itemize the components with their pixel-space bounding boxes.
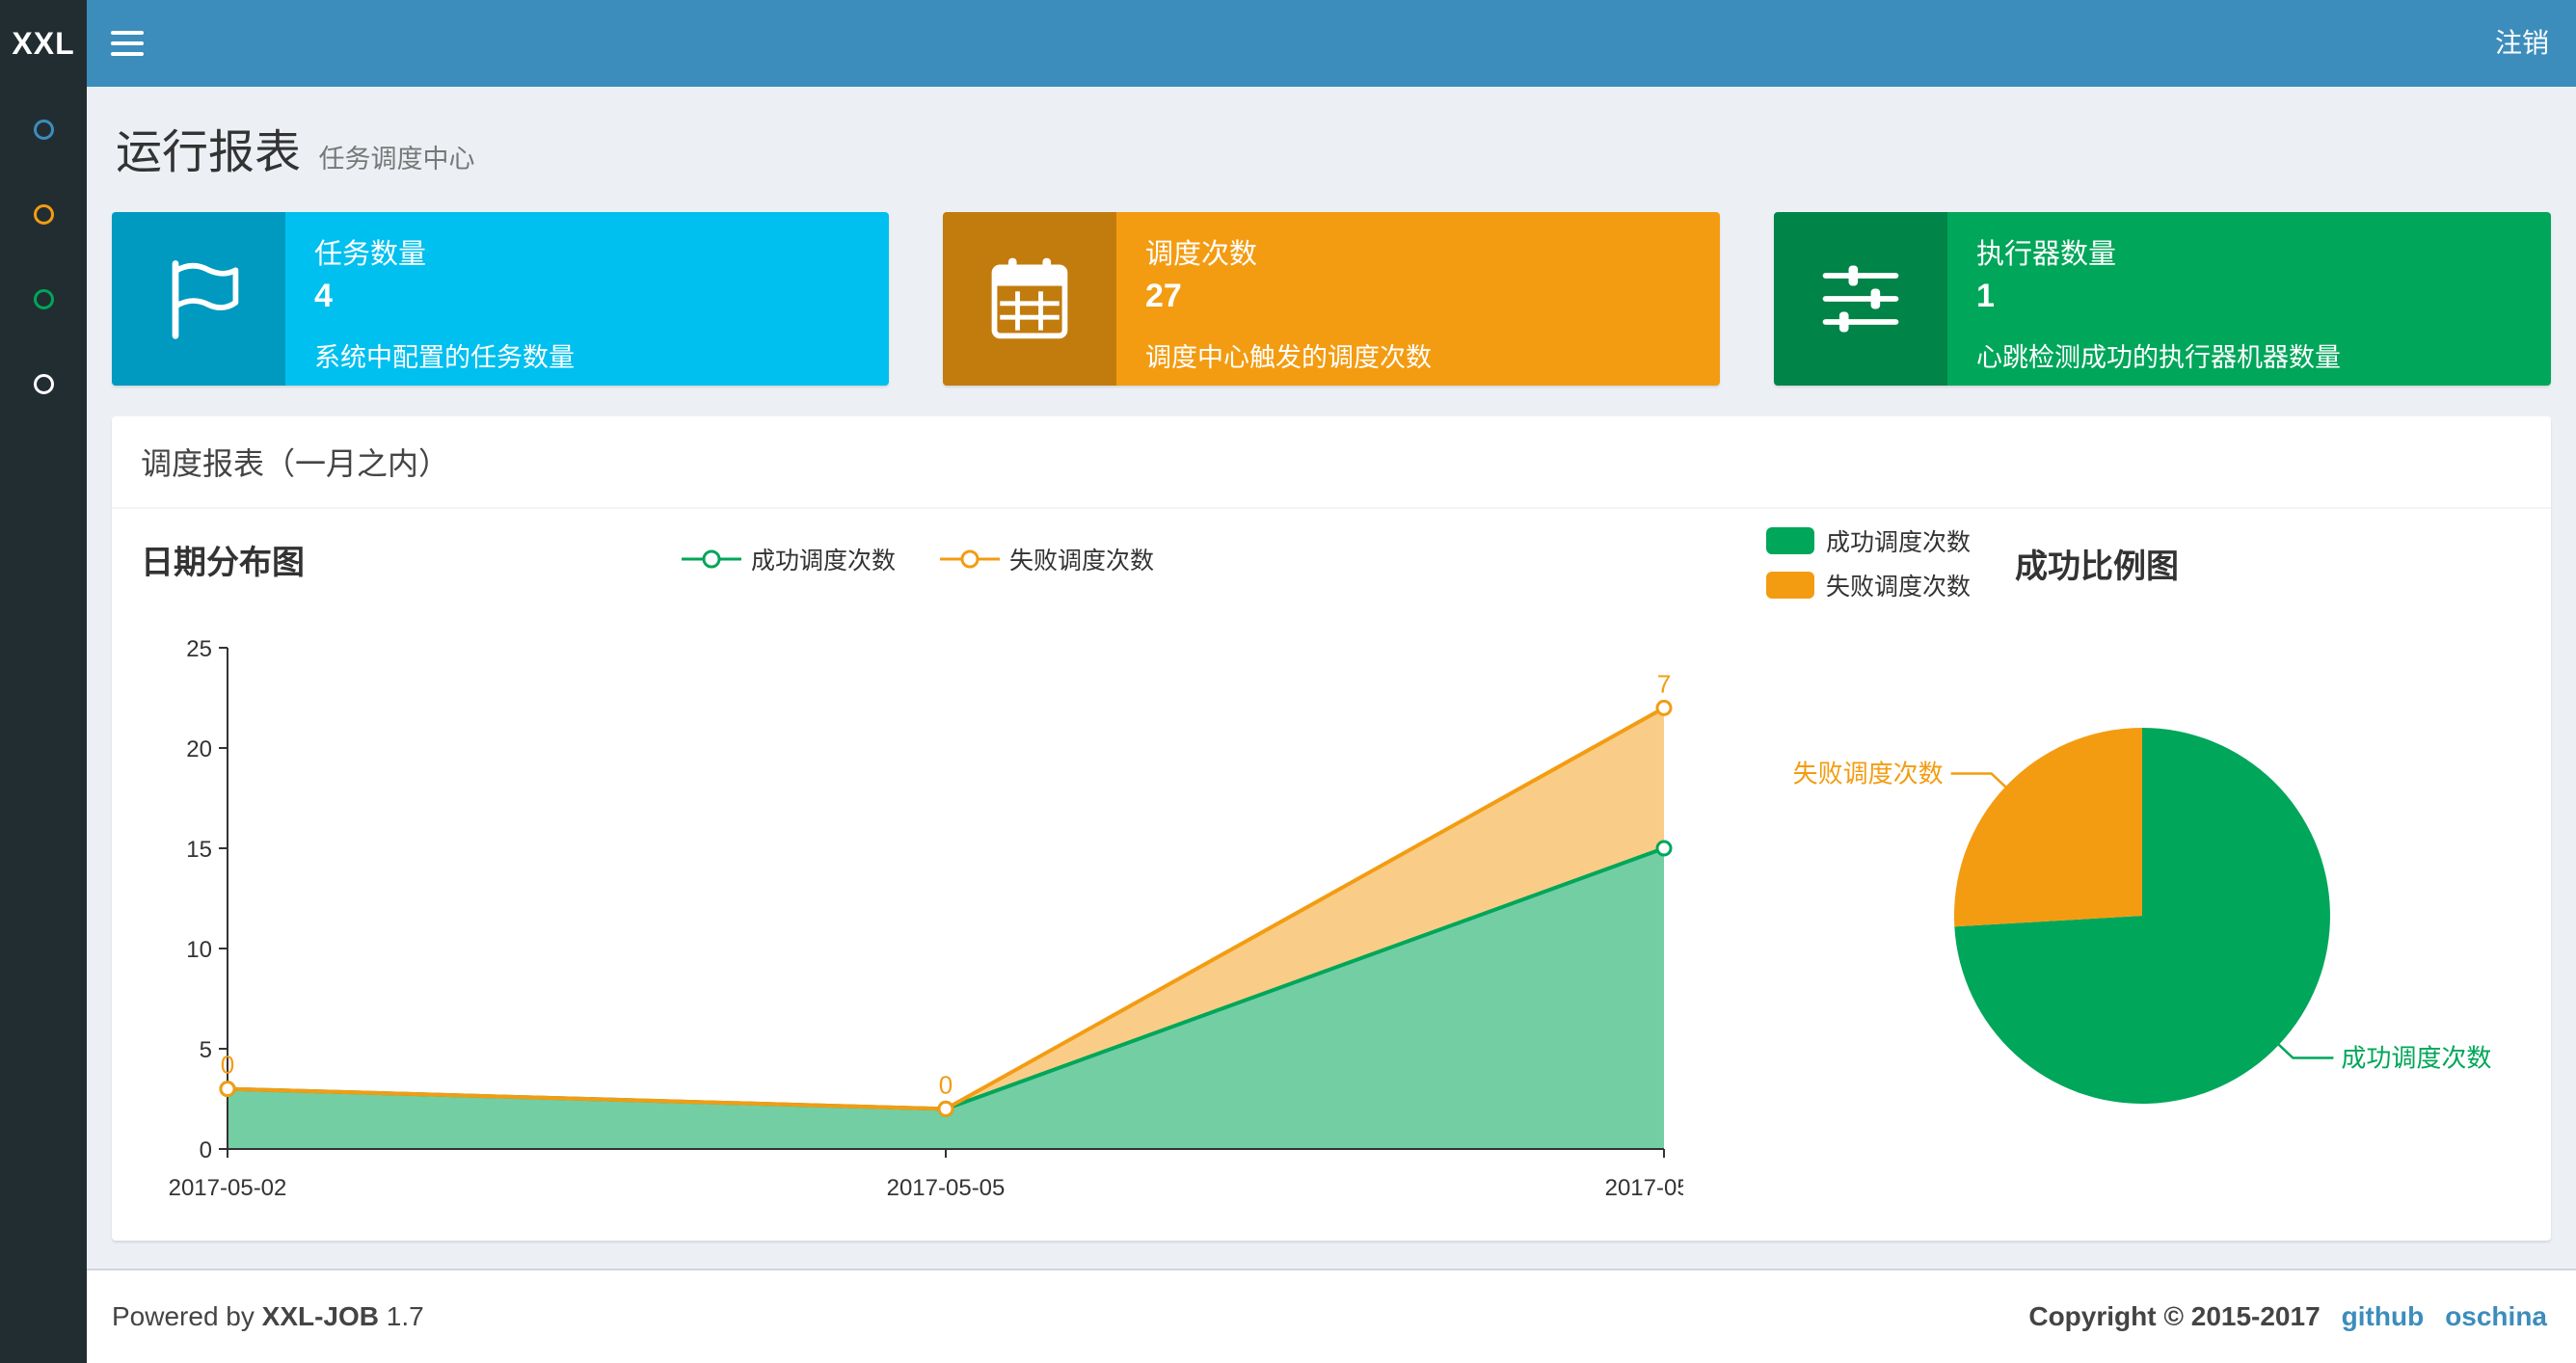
sidebar-item-2[interactable]: [0, 172, 87, 256]
sidebar-menu: [0, 87, 87, 426]
info-box-executors: 执行器数量 1 心跳检测成功的执行器机器数量: [1774, 212, 2551, 386]
legend-item[interactable]: 成功调度次数: [1766, 523, 1971, 558]
info-box-description: 心跳检测成功的执行器机器数量: [1976, 343, 2341, 372]
powered-by: Powered by XXL-JOB 1.7: [112, 1301, 424, 1331]
info-box-jobs: 任务数量 4 系统中配置的任务数量: [112, 212, 889, 386]
calendar-icon: [943, 212, 1116, 386]
github-link[interactable]: github: [2342, 1301, 2425, 1332]
svg-text:2017-05-02: 2017-05-02: [169, 1175, 287, 1201]
pie-chart-section: 成功调度次数 失败调度次数 成功比例图 成功调度次数 失败调度次数: [1683, 527, 2541, 1212]
content-wrapper: 运行报表 任务调度中心 任务数量 4 系统中配置的任务数量 调度次数 27 调度…: [87, 87, 2576, 1269]
line-chart-legend: 成功调度次数 失败调度次数: [305, 542, 1529, 576]
page-subtitle: 任务调度中心: [318, 145, 475, 174]
circle-icon: [33, 119, 54, 140]
info-box-description: 系统中配置的任务数量: [314, 343, 575, 372]
info-box-value: 27: [1145, 278, 1182, 314]
info-box-description: 调度中心触发的调度次数: [1145, 343, 1432, 372]
sidebar-item-4[interactable]: [0, 341, 87, 426]
sidebar-item-1[interactable]: [0, 87, 87, 172]
line-chart-title: 日期分布图: [141, 544, 305, 581]
info-box-row: 任务数量 4 系统中配置的任务数量 调度次数 27 调度中心触发的调度次数 执行…: [112, 212, 2551, 386]
sliders-icon: [1774, 212, 1947, 386]
svg-text:5: 5: [200, 1037, 212, 1063]
logout-link[interactable]: 注销: [2468, 0, 2576, 87]
sidebar-item-3[interactable]: [0, 256, 87, 341]
product-version: 1.7: [386, 1301, 424, 1331]
info-box-label: 调度次数: [1145, 239, 1258, 270]
pie-chart: 成功调度次数 失败调度次数: [1793, 728, 2491, 1104]
svg-text:失败调度次数: 失败调度次数: [1793, 760, 1944, 788]
legend-swatch-icon: [1766, 527, 1814, 554]
line-chart: 05101520252017-05-022017-05-052017-05-08…: [169, 636, 1724, 1201]
info-box-triggers: 调度次数 27 调度中心触发的调度次数: [943, 212, 1720, 386]
svg-text:0: 0: [200, 1137, 212, 1163]
page-title: 运行报表: [116, 127, 302, 178]
info-box-label: 任务数量: [314, 239, 427, 270]
sidebar: [0, 87, 87, 1363]
app-logo[interactable]: XXL: [0, 0, 87, 87]
pie-chart-legend: 成功调度次数 失败调度次数: [1766, 523, 1971, 602]
circle-icon: [33, 373, 54, 394]
copyright-text: Copyright © 2015-2017: [2028, 1301, 2321, 1331]
circle-icon: [33, 203, 54, 225]
flag-icon: [112, 212, 285, 386]
legend-item[interactable]: 成功调度次数: [680, 542, 896, 576]
oschina-link[interactable]: oschina: [2445, 1301, 2547, 1332]
line-marker-icon: [940, 549, 1000, 569]
product-name: XXL-JOB: [261, 1301, 380, 1331]
svg-text:20: 20: [186, 736, 212, 762]
circle-icon: [33, 288, 54, 309]
report-panel: 调度报表（一月之内） 日期分布图 成功调度次数 失败调度次数 0 5 10 15 20 25…: [112, 416, 2551, 1241]
line-marker-icon: [681, 549, 741, 569]
sidebar-toggle-icon[interactable]: [87, 0, 168, 87]
page-header: 运行报表 任务调度中心: [112, 87, 2551, 181]
svg-text:7: 7: [1657, 669, 1671, 698]
info-box-label: 执行器数量: [1976, 239, 2117, 270]
info-box-value: 1: [1976, 278, 1995, 314]
svg-text:15: 15: [186, 837, 212, 863]
svg-text:0: 0: [221, 1051, 234, 1080]
svg-text:0: 0: [939, 1070, 953, 1099]
line-chart-section: 日期分布图 成功调度次数 失败调度次数 0 5 10 15 20 25 2017-05-02 2…: [141, 528, 1724, 1212]
svg-text:2017-05-05: 2017-05-05: [887, 1175, 1006, 1201]
legend-swatch-icon: [1766, 572, 1814, 599]
pie-chart-title: 成功比例图: [2015, 548, 2180, 585]
top-navbar: XXL 注销: [0, 0, 2576, 87]
panel-title: 调度报表（一月之内）: [112, 416, 2551, 509]
info-box-value: 4: [314, 278, 333, 314]
navbar: 注销: [87, 0, 2576, 87]
footer: Powered by XXL-JOB 1.7 Copyright © 2015-…: [87, 1269, 2576, 1363]
svg-text:10: 10: [186, 937, 212, 963]
svg-text:2017-05-08: 2017-05-08: [1605, 1175, 1683, 1201]
svg-text:25: 25: [186, 636, 212, 662]
svg-text:成功调度次数: 成功调度次数: [2341, 1044, 2491, 1073]
legend-item[interactable]: 失败调度次数: [938, 542, 1154, 576]
copyright-area: Copyright © 2015-2017 github oschina: [2028, 1301, 2547, 1332]
